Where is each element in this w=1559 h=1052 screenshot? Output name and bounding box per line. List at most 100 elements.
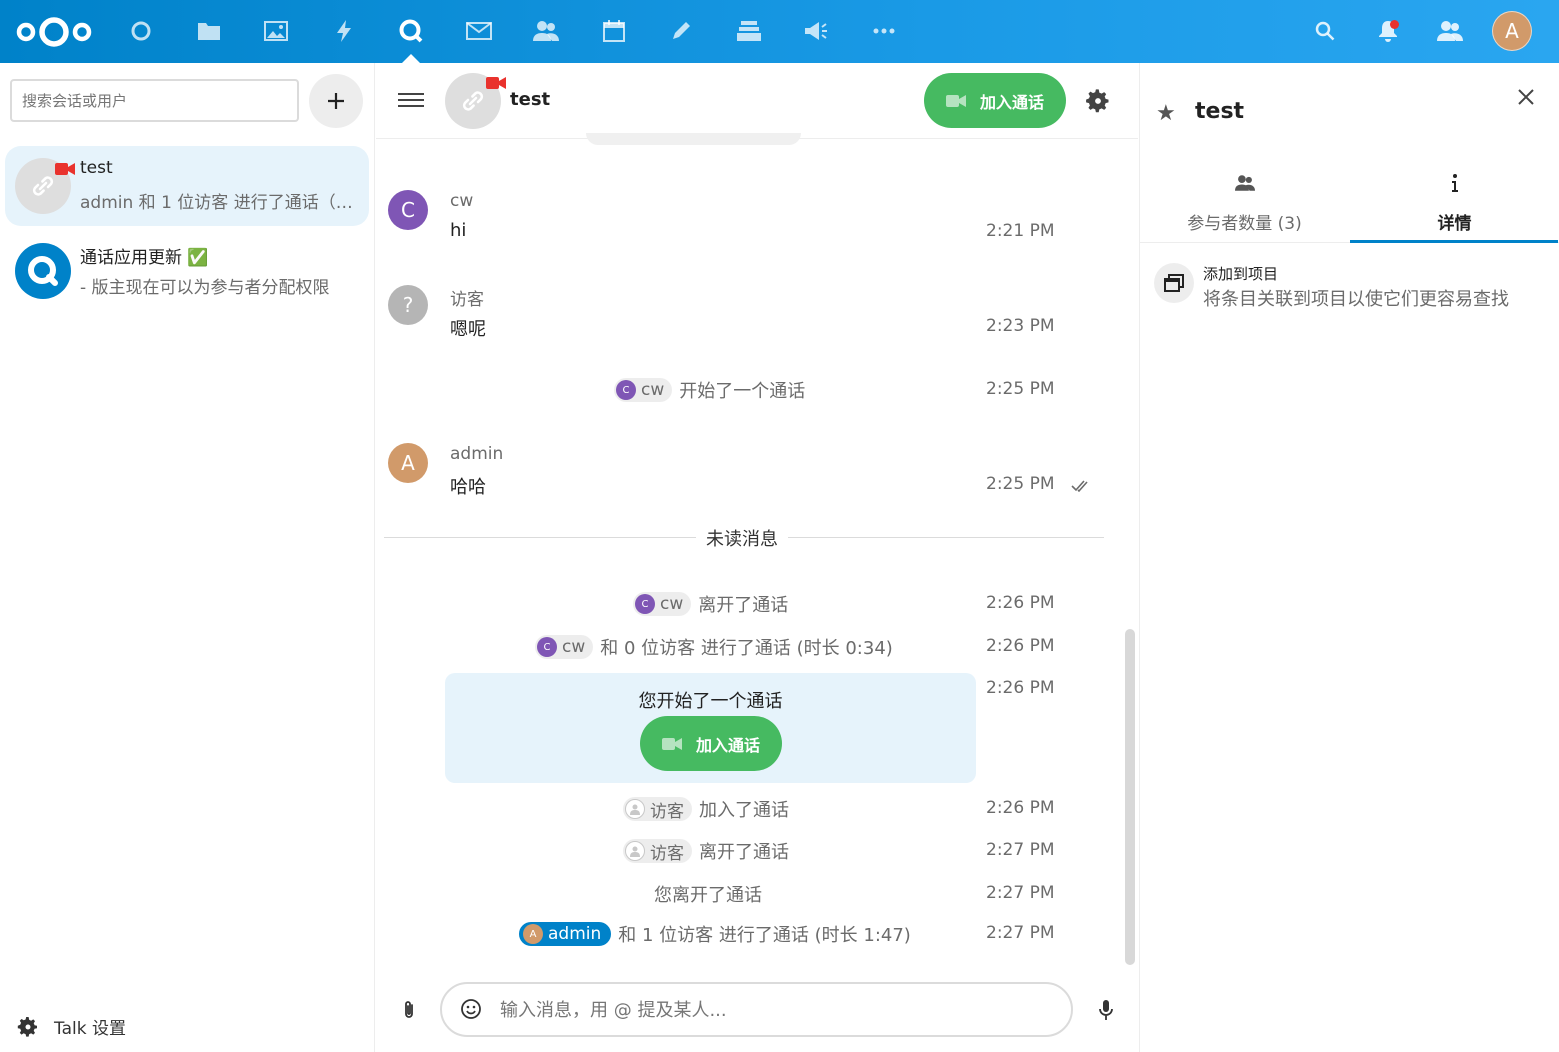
favorite-star-icon[interactable]: ★ [1156, 101, 1176, 126]
add-to-project-title[interactable]: 添加到项目 [1203, 263, 1278, 284]
message-input[interactable] [500, 996, 1060, 1024]
system-message-text: 加入了通话 [699, 800, 789, 821]
conversation-title: 通话应用更新 ✅ [80, 248, 209, 268]
message-time: 2:26 PM [986, 798, 1055, 818]
conversation-settings-gear-icon[interactable] [1084, 87, 1112, 115]
message-time: 2:25 PM [986, 379, 1055, 399]
notifications-icon[interactable] [1374, 17, 1402, 45]
load-more-indicator [586, 133, 801, 145]
talk-settings-label: Talk 设置 [54, 1019, 126, 1039]
chip-name: admin [548, 924, 602, 944]
avatar[interactable]: C [388, 190, 428, 230]
files-icon[interactable] [194, 16, 224, 46]
search-icon[interactable] [1311, 17, 1339, 45]
chip-avatar: A [523, 924, 543, 944]
mention-chip[interactable]: Ccw [614, 378, 673, 402]
message-text: 嗯呢 [450, 319, 486, 340]
system-message-text: 离开了通话 [698, 595, 789, 616]
activity-icon[interactable] [329, 16, 359, 46]
avatar-initial: ? [402, 293, 414, 317]
close-icon[interactable] [1514, 85, 1538, 109]
talk-logo-icon [28, 256, 58, 286]
tab-details[interactable]: 详情 [1350, 163, 1559, 243]
system-message: 访客 加入了通话 [623, 796, 789, 822]
active-app-indicator [402, 54, 420, 63]
projects-icon[interactable] [1154, 263, 1194, 303]
link-icon [462, 91, 484, 111]
avatar[interactable]: ? [388, 285, 428, 325]
conversation-avatar [15, 243, 71, 299]
guest-avatar-icon [625, 841, 645, 861]
mention-chip[interactable]: 访客 [623, 797, 692, 822]
details-sidebar: ★ test 参与者数量 (3) 详情 添加到项目 将条目关联到项目以使它们更容… [1139, 63, 1559, 1052]
new-conversation-button[interactable] [309, 74, 363, 128]
chat-panel: test 加入通话 C cw hi 2:21 PM ? 访客 嗯呢 2:23 P… [376, 63, 1138, 1052]
conversation-item-test[interactable]: test admin 和 1 位访客 进行了通话（时长 1:47） [5, 146, 369, 226]
dashboard-icon[interactable] [126, 16, 156, 46]
room-name: test [510, 89, 551, 110]
link-icon [32, 176, 54, 196]
own-mention-chip[interactable]: Aadmin [519, 922, 612, 946]
chip-avatar: C [616, 380, 636, 400]
join-call-card-label: 加入通话 [695, 735, 760, 755]
contacts-icon[interactable] [531, 16, 561, 46]
info-icon [1350, 173, 1559, 198]
join-call-label: 加入通话 [979, 92, 1044, 112]
system-message: Ccw 离开了通话 [633, 591, 788, 617]
video-call-icon [486, 77, 506, 89]
video-call-icon [55, 163, 75, 175]
microphone-icon[interactable] [1098, 999, 1114, 1021]
message-author: admin [450, 444, 504, 464]
message-time: 2:27 PM [986, 840, 1055, 860]
nextcloud-logo[interactable] [14, 14, 94, 50]
tab-label: 详情 [1437, 214, 1472, 234]
avatar-initial: C [401, 198, 415, 222]
message-time: 2:27 PM [986, 883, 1055, 903]
join-call-button[interactable]: 加入通话 [924, 73, 1066, 128]
add-to-project-description: 将条目关联到项目以使它们更容易查找 [1203, 289, 1509, 310]
message-time: 2:26 PM [986, 593, 1055, 613]
notes-icon[interactable] [666, 16, 696, 46]
mail-icon[interactable] [464, 16, 494, 46]
notification-dot [1390, 20, 1399, 29]
participants-icon [1140, 173, 1349, 197]
toggle-navigation-button[interactable] [398, 89, 424, 113]
user-avatar-initial: A [1505, 19, 1519, 43]
paperclip-icon[interactable] [400, 999, 418, 1021]
system-message-text: 和 0 位访客 进行了通话 (时长 0:34) [600, 638, 893, 659]
chip-name: 访客 [650, 843, 684, 864]
contacts-menu-icon[interactable] [1436, 17, 1464, 45]
mention-chip[interactable]: Ccw [633, 592, 692, 616]
talk-icon[interactable] [396, 16, 426, 46]
chat-header: test 加入通话 [376, 63, 1138, 139]
join-call-card-button[interactable]: 加入通话 [640, 716, 782, 771]
chip-avatar: C [635, 594, 655, 614]
tab-participants[interactable]: 参与者数量 (3) [1140, 163, 1349, 243]
system-message: Ccw 开始了一个通话 [614, 377, 805, 403]
talk-settings-button[interactable]: Talk 设置 [16, 1014, 126, 1039]
system-message: Aadmin 和 1 位访客 进行了通话 (时长 1:47) [519, 921, 911, 947]
mention-chip[interactable]: 访客 [623, 839, 692, 864]
message-author: cw [450, 191, 474, 211]
system-message: Ccw 和 0 位访客 进行了通话 (时长 0:34) [535, 634, 893, 660]
announcements-icon[interactable] [801, 16, 831, 46]
deck-icon[interactable] [734, 16, 764, 46]
mention-chip[interactable]: Ccw [535, 635, 594, 659]
avatar-initial: A [401, 451, 415, 475]
avatar[interactable]: A [388, 443, 428, 483]
message-time: 2:25 PM [986, 474, 1055, 494]
conversation-item-talk-updates[interactable]: 通话应用更新 ✅ - 版主现在可以为参与者分配权限 [5, 231, 369, 311]
conversation-search-input[interactable] [10, 79, 299, 122]
chip-avatar: C [537, 637, 557, 657]
emoji-icon[interactable] [460, 998, 482, 1020]
chat-scrollbar[interactable] [1125, 629, 1135, 965]
user-avatar[interactable]: A [1492, 11, 1532, 51]
gear-icon [17, 1016, 37, 1037]
photos-icon[interactable] [261, 16, 291, 46]
calendar-icon[interactable] [599, 16, 629, 46]
system-message-text: 您离开了通话 [654, 885, 762, 906]
conversation-last-message: - 版主现在可以为参与者分配权限 [80, 278, 330, 298]
video-camera-icon [661, 737, 682, 750]
more-apps-icon[interactable] [869, 16, 899, 46]
message-author: 访客 [450, 290, 484, 310]
